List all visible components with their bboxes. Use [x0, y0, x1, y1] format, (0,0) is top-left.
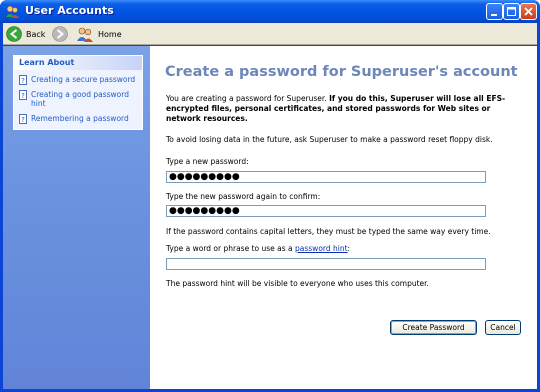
create-password-button[interactable]: Create Password	[390, 320, 477, 335]
sidebar-item-remembering-password[interactable]: ? Remembering a password	[19, 114, 136, 124]
minimize-icon	[491, 14, 497, 16]
main-panel: Create a password for Superuser's accoun…	[150, 46, 537, 389]
intro-normal: You are creating a password for Superuse…	[166, 94, 330, 103]
svg-text:?: ?	[21, 77, 25, 85]
maximize-button[interactable]	[503, 3, 520, 20]
hint-visibility-note: The password hint will be visible to eve…	[166, 279, 429, 288]
home-label: Home	[98, 29, 122, 39]
sidebar-item-label: Creating a good password hint	[31, 90, 129, 108]
cancel-button[interactable]: Cancel	[485, 320, 521, 335]
confirm-password-field[interactable]: ●●●●●●●●●	[166, 205, 486, 217]
toolbar: Back Home	[3, 23, 537, 45]
user-accounts-icon	[6, 5, 19, 18]
capital-letters-note: If the password contains capital letters…	[166, 227, 491, 236]
hint-label-suffix: :	[347, 244, 351, 253]
content-area: Learn About ? Creating a secure password…	[3, 46, 537, 389]
sidebar-item-label: Creating a secure password	[31, 75, 136, 84]
learn-about-panel: Learn About ? Creating a secure password…	[13, 55, 143, 130]
forward-button[interactable]	[52, 26, 68, 42]
forward-arrow-icon	[52, 26, 68, 42]
floppy-note: To avoid losing data in the future, ask …	[166, 135, 493, 144]
confirm-password-label: Type the new password again to confirm:	[166, 192, 321, 201]
page-title: Create a password for Superuser's accoun…	[165, 64, 518, 80]
hint-label-prefix: Type a word or phrase to use as a	[166, 244, 296, 253]
help-topic-icon: ?	[19, 114, 27, 124]
help-topic-icon: ?	[19, 90, 27, 100]
home-button[interactable]: Home	[76, 26, 122, 42]
sidebar-item-label: Remembering a password	[31, 114, 129, 123]
learn-about-heading: Learn About	[14, 56, 142, 70]
sidebar-item-password-hint[interactable]: ? Creating a good password hint	[19, 90, 136, 108]
hint-label: Type a word or phrase to use as a passwo…	[166, 244, 521, 254]
help-topic-icon: ?	[19, 75, 27, 85]
svg-text:?: ?	[21, 92, 25, 100]
new-password-field[interactable]: ●●●●●●●●●	[166, 171, 486, 183]
new-password-label: Type a new password:	[166, 157, 249, 166]
password-hint-link[interactable]: password hint	[295, 244, 348, 253]
intro-text: You are creating a password for Superuse…	[166, 94, 521, 124]
window-title: User Accounts	[25, 4, 114, 17]
svg-text:?: ?	[21, 116, 25, 124]
user-accounts-window: User Accounts Back Home Learn About ? Cr…	[0, 0, 540, 392]
home-users-icon	[77, 27, 93, 42]
title-bar[interactable]: User Accounts	[0, 0, 540, 23]
back-arrow-icon	[6, 26, 22, 42]
close-icon	[524, 7, 533, 16]
password-hint-field[interactable]	[166, 258, 486, 270]
back-button[interactable]: Back	[6, 26, 45, 42]
minimize-button[interactable]	[486, 3, 503, 20]
sidebar: Learn About ? Creating a secure password…	[3, 46, 150, 389]
sidebar-item-secure-password[interactable]: ? Creating a secure password	[19, 75, 136, 85]
maximize-icon	[507, 7, 516, 16]
back-label: Back	[26, 29, 46, 39]
close-button[interactable]	[520, 3, 537, 20]
